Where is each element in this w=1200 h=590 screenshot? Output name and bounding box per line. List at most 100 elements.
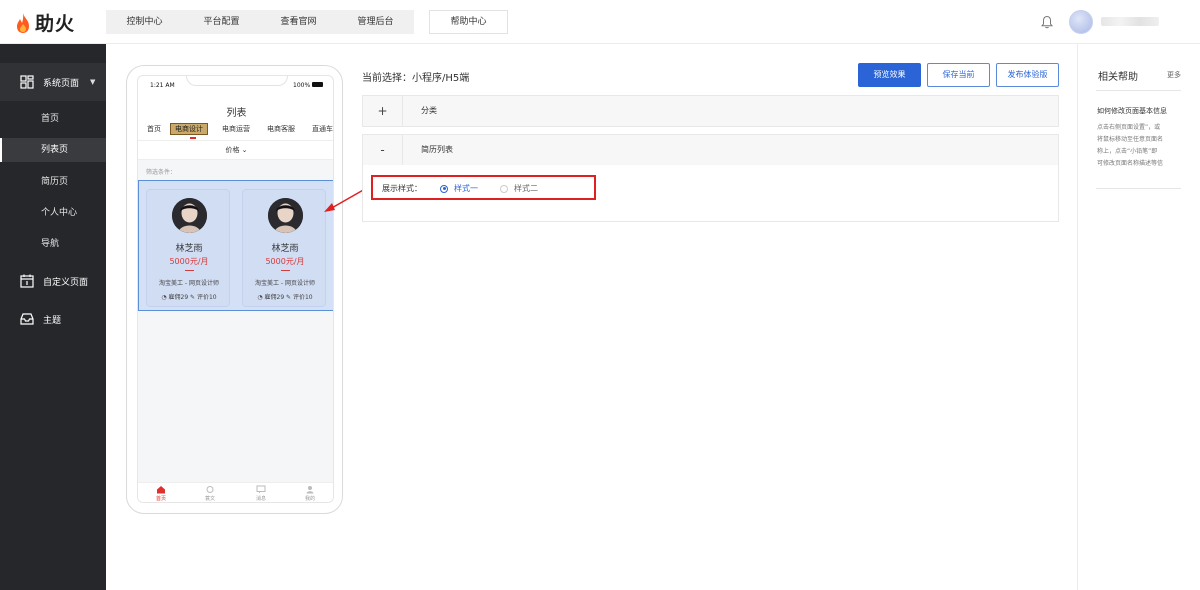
tabbar-home[interactable]: 首页 [146, 485, 176, 502]
current-selection: 当前选择：小程序/H5端 [362, 73, 470, 84]
display-style-group: 展示样式： 样式一 样式二 [371, 175, 596, 200]
sidebar-item-list-page[interactable]: 列表页 [0, 138, 106, 162]
filter-conditions-label: 筛选条件： [146, 169, 177, 176]
bell-icon[interactable] [1041, 15, 1053, 29]
resume-list-selected[interactable]: 林芝雨 5000元/月 淘宝美工 - 网页设计师 ◔ 雇佣29 ✎ 评价10 林… [138, 180, 333, 311]
brand-name: 助火 [35, 13, 76, 35]
divider [1096, 90, 1181, 91]
sidebar-item-navigation[interactable]: 导航 [0, 232, 106, 256]
resume-card[interactable]: 林芝雨 5000元/月 淘宝美工 - 网页设计师 ◔ 雇佣29 ✎ 评价10 [242, 189, 326, 307]
divider [1096, 188, 1181, 189]
card-salary: 5000元/月 [169, 257, 209, 266]
sidebar-group-theme[interactable]: 主题 [0, 300, 106, 338]
radio-checked-icon [440, 184, 448, 193]
divider [281, 270, 290, 271]
help-center-button[interactable]: 帮助中心 [429, 10, 508, 34]
home-icon [157, 486, 165, 494]
panel-category: + 分类 [362, 95, 1059, 127]
phone-price-filter[interactable]: 价格 ⌄ [138, 140, 333, 160]
profile-photo [172, 198, 207, 233]
refresh-icon [206, 486, 214, 493]
tabbar-label: 消息 [255, 496, 266, 502]
sidebar-group-system-pages[interactable]: 系统页面 ▼ [0, 63, 106, 101]
tabbar-mine[interactable]: 我的 [295, 485, 325, 502]
card-job: 淘宝美工 - 网页设计师 [159, 280, 219, 287]
phone-notch [186, 76, 288, 86]
radio-unchecked-icon [500, 184, 508, 193]
sidebar-group-label: 主题 [43, 315, 62, 326]
radio-label: 样式二 [514, 184, 538, 193]
help-more-link[interactable]: 更多 [1167, 70, 1181, 80]
help-answer-line: 称上，点击“小铅笔”即 [1097, 148, 1158, 155]
profile-photo [268, 198, 303, 233]
username-blurred[interactable] [1101, 17, 1159, 26]
sidebar-item-home[interactable]: 首页 [0, 107, 106, 131]
layout-icon [20, 75, 34, 89]
flame-icon [17, 12, 29, 33]
help-question[interactable]: 如何修改页面基本信息 [1097, 106, 1167, 116]
nav-control-center[interactable]: 控制中心 [106, 10, 183, 34]
nav-official-site[interactable]: 查看官网 [260, 10, 337, 34]
calendar-icon [20, 274, 34, 288]
panel-header[interactable]: + 分类 [363, 96, 1058, 126]
sidebar-item-personal-center[interactable]: 个人中心 [0, 201, 106, 225]
card-name: 林芝雨 [271, 244, 299, 254]
tabbar-label: 首页 [155, 496, 166, 502]
phone-content: 筛选条件： 林芝雨 5000元/月 淘宝美工 - 网页设计师 ◔ 雇佣29 ✎ … [138, 160, 333, 482]
card-name: 林芝雨 [175, 244, 203, 254]
phone-preview: 1:21 AM 100% 列表 首页 电商设计 电商运营 电商客服 直通车 价格… [126, 65, 343, 514]
tabbar-discover[interactable]: 蓑文 [195, 485, 225, 502]
top-bar: 助火 控制中心 平台配置 查看官网 管理后台 帮助中心 [0, 0, 1200, 44]
sidebar-group-label: 自定义页面 [43, 277, 89, 288]
display-style-label: 展示样式： [382, 184, 422, 193]
phone-category-tabs: 首页 电商设计 电商运营 电商客服 直通车 [138, 123, 333, 139]
tabbar-label: 我的 [304, 496, 315, 502]
nav-platform-config[interactable]: 平台配置 [183, 10, 260, 34]
status-time: 1:21 AM [150, 82, 175, 89]
message-icon [256, 485, 266, 494]
style-option-two[interactable]: 样式二 [500, 183, 538, 194]
help-answer-line: 可修改页面名称描述等信 [1097, 160, 1164, 167]
panel-title: 分类 [421, 106, 437, 115]
phone-tab-active[interactable]: 电商设计 [170, 123, 208, 135]
phone-tab[interactable]: 电商运营 [222, 123, 250, 135]
sidebar-group-custom-pages[interactable]: 自定义页面 [0, 262, 106, 300]
tab-underline [190, 137, 196, 139]
phone-tab[interactable]: 直通车 [312, 123, 333, 135]
caret-down-icon: ▼ [90, 78, 96, 86]
phone-tab[interactable]: 首页 [147, 123, 161, 135]
logo[interactable]: 助火 [14, 9, 75, 36]
card-salary: 5000元/月 [265, 257, 305, 266]
collapse-icon[interactable]: - [363, 135, 403, 165]
battery-icon [312, 82, 323, 87]
nav-admin[interactable]: 管理后台 [337, 10, 414, 34]
tabbar-messages[interactable]: 消息 [246, 485, 276, 502]
app-root: 助火 控制中心 平台配置 查看官网 管理后台 帮助中心 系统页面 ▼ 首页 列表… [0, 0, 1200, 590]
phone-status-bar: 1:21 AM 100% [138, 76, 333, 96]
tabbar-label: 蓑文 [204, 496, 215, 502]
sidebar-item-resume-page[interactable]: 简历页 [0, 170, 106, 194]
phone-tab-bar: 首页 蓑文 消息 我的 [138, 482, 333, 502]
inbox-icon [20, 313, 34, 325]
help-answer-line: 点击右侧页面设置”，或 [1097, 124, 1161, 131]
divider [185, 270, 194, 271]
radio-label: 样式一 [454, 184, 478, 193]
status-battery-text: 100% [293, 82, 311, 89]
sidebar: 系统页面 ▼ 首页 列表页 简历页 个人中心 导航 自定义页面 主题 [0, 44, 106, 590]
preview-button[interactable]: 预览效果 [858, 63, 921, 87]
save-button[interactable]: 保存当前 [927, 63, 990, 87]
publish-button[interactable]: 发布体验版 [996, 63, 1059, 87]
phone-tab[interactable]: 电商客服 [267, 123, 295, 135]
card-meta: ◔ 雇佣29 ✎ 评价10 [257, 294, 313, 301]
style-option-one[interactable]: 样式一 [440, 183, 478, 194]
user-icon [306, 486, 314, 494]
panel-header[interactable]: - 简历列表 [363, 135, 1058, 165]
panel-title: 简历列表 [421, 145, 453, 154]
user-avatar[interactable] [1069, 10, 1093, 34]
card-job: 淘宝美工 - 网页设计师 [255, 280, 315, 287]
sidebar-group-label: 系统页面 [43, 78, 80, 89]
expand-icon[interactable]: + [363, 96, 403, 126]
resume-card[interactable]: 林芝雨 5000元/月 淘宝美工 - 网页设计师 ◔ 雇佣29 ✎ 评价10 [146, 189, 230, 307]
phone-screen: 1:21 AM 100% 列表 首页 电商设计 电商运营 电商客服 直通车 价格… [137, 75, 334, 503]
phone-page-title: 列表 [226, 108, 247, 119]
